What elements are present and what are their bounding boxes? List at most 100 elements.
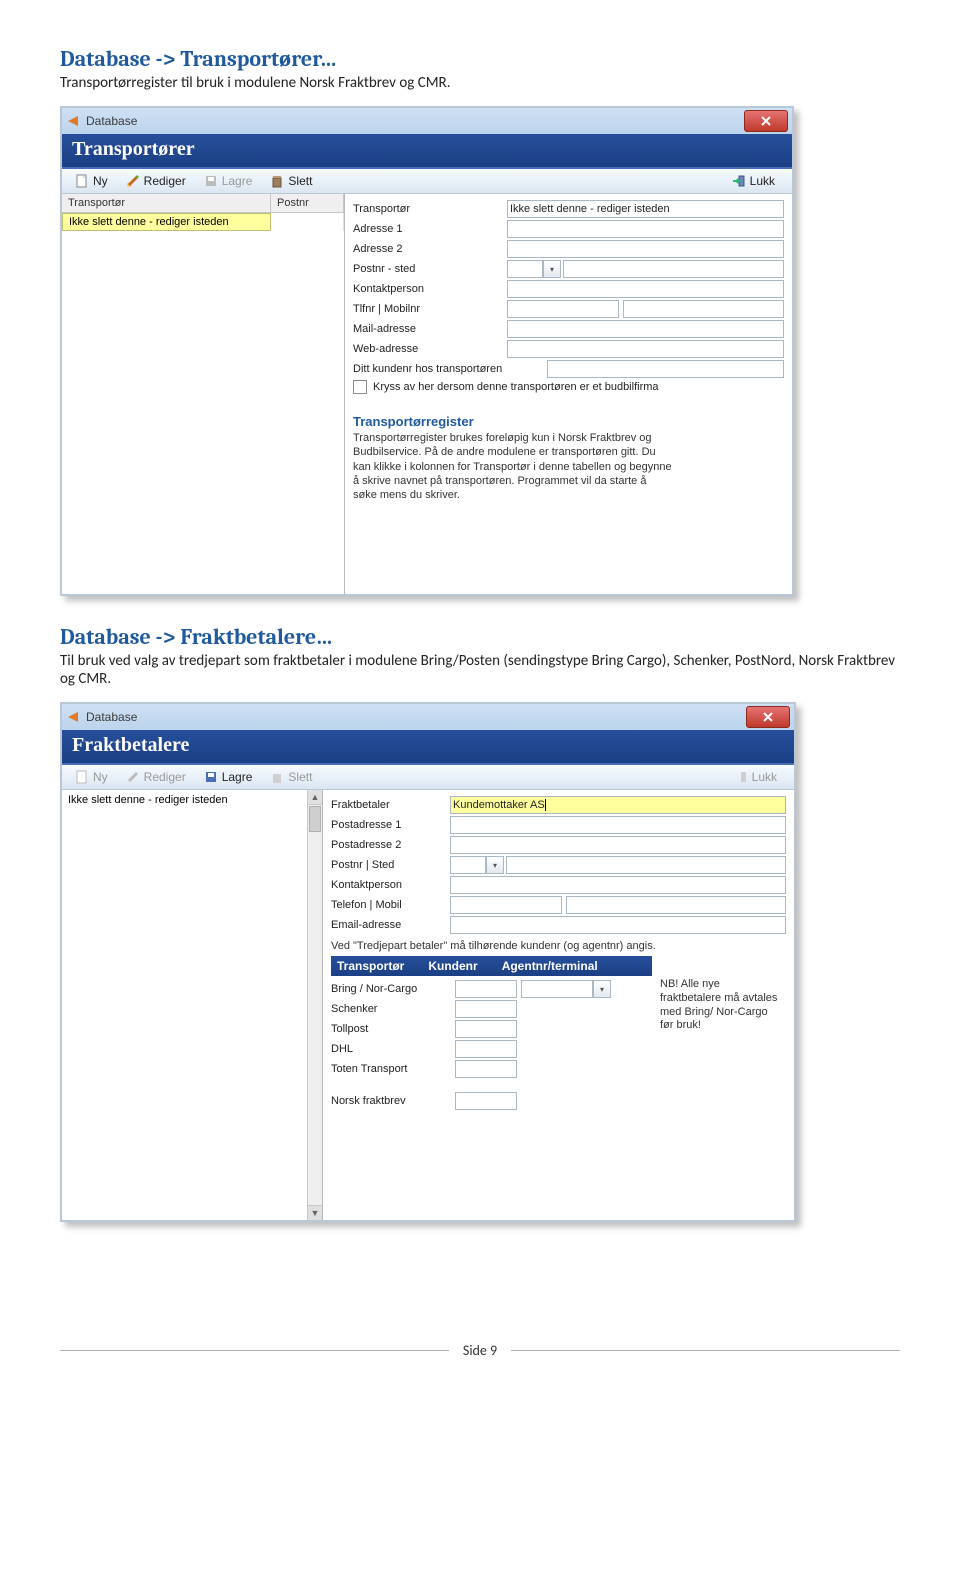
label-telefon: Telefon | Mobil: [331, 899, 450, 911]
info-heading: Transportørregister: [353, 414, 784, 429]
close-toolbar-button[interactable]: Lukk: [725, 171, 782, 191]
carrier-name: Tollpost: [331, 1023, 455, 1035]
edit-button[interactable]: Rediger: [119, 171, 193, 191]
carrier-name: Schenker: [331, 1003, 455, 1015]
input-postnr[interactable]: [450, 856, 486, 874]
info-text: Transportørregister brukes foreløpig kun…: [353, 431, 673, 502]
page-footer: Side 9: [60, 1342, 900, 1359]
label-fraktbetaler: Fraktbetaler: [331, 799, 450, 811]
label-transportor: Transportør: [353, 203, 507, 215]
input-adresse1[interactable]: [507, 220, 784, 238]
carrier-name: DHL: [331, 1043, 455, 1055]
input-kundenr[interactable]: [455, 1020, 517, 1038]
input-transportor[interactable]: Ikke slett denne - rediger isteden: [507, 200, 784, 218]
input-telefon[interactable]: [450, 896, 562, 914]
nb-warning: NB! Alle nye fraktbetalere må avtales me…: [660, 978, 782, 1033]
input-fraktbetaler[interactable]: Kundemottaker AS: [450, 796, 786, 814]
postnr-dropdown[interactable]: ▾: [486, 856, 504, 874]
delete-button[interactable]: Slett: [263, 171, 319, 191]
toolbar: Ny Rediger Lagre Slett Lukk: [62, 765, 794, 790]
label-kontakt: Kontaktperson: [353, 283, 507, 295]
save-button[interactable]: Lagre: [197, 171, 260, 191]
page-number: Side 9: [449, 1342, 511, 1359]
carrier-name: Toten Transport: [331, 1063, 455, 1075]
close-toolbar-button[interactable]: Lukk: [727, 767, 784, 787]
input-sted[interactable]: [563, 260, 784, 278]
label-mail: Mail-adresse: [353, 323, 507, 335]
list-panel: Ikke slett denne - rediger isteden ▲ ▼: [62, 790, 323, 1220]
carrier-list: Bring / Nor-Cargo ▾ Schenker Tollpost DHL…: [331, 980, 652, 1110]
new-button[interactable]: Ny: [68, 171, 115, 191]
col-postnr[interactable]: Postnr: [271, 194, 344, 212]
input-postnr[interactable]: [507, 260, 543, 278]
carrier-header: Transportør Kundenr Agentnr/terminal: [331, 956, 652, 976]
label-post1: Postadresse 1: [331, 819, 450, 831]
edit-button[interactable]: Rediger: [119, 767, 193, 787]
label-tlfnr: Tlfnr | Mobilnr: [353, 303, 507, 315]
carrier-name: Norsk fraktbrev: [331, 1095, 455, 1107]
titlebar[interactable]: Database: [62, 704, 794, 730]
input-tlfnr[interactable]: [507, 300, 619, 318]
input-kundenr[interactable]: [455, 1000, 517, 1018]
scrollbar[interactable]: ▲ ▼: [307, 790, 322, 1220]
input-kontakt[interactable]: [450, 876, 786, 894]
label-web: Web-adresse: [353, 343, 507, 355]
window-heading: Transportører: [62, 134, 792, 169]
label-kundenr: Ditt kundenr hos transportøren: [353, 363, 547, 375]
form-panel: TransportørIkke slett denne - rediger is…: [345, 194, 792, 594]
new-button[interactable]: Ny: [68, 767, 115, 787]
paragraph-transportorer: Transportørregister til bruk i modulene …: [60, 74, 900, 92]
postnr-dropdown[interactable]: ▾: [543, 260, 561, 278]
input-adresse2[interactable]: [507, 240, 784, 258]
input-email[interactable]: [450, 916, 786, 934]
title-text: Database: [86, 710, 137, 724]
titlebar[interactable]: Database: [62, 108, 792, 134]
save-button[interactable]: Lagre: [197, 767, 260, 787]
label-email: Email-adresse: [331, 919, 450, 931]
input-kontakt[interactable]: [507, 280, 784, 298]
grid-header: Transportør Postnr: [62, 194, 344, 213]
app-icon: [66, 115, 80, 127]
input-kundenr[interactable]: [455, 1092, 517, 1110]
checkbox-budbil[interactable]: [353, 380, 367, 394]
input-kundenr[interactable]: [547, 360, 784, 378]
input-kundenr[interactable]: [455, 1040, 517, 1058]
toolbar: Ny Rediger Lagre Slett Lukk: [62, 169, 792, 194]
input-mobilnr[interactable]: [623, 300, 784, 318]
form-panel: FraktbetalerKundemottaker AS Postadresse…: [323, 790, 794, 1220]
label-adresse1: Adresse 1: [353, 223, 507, 235]
close-button[interactable]: [746, 706, 790, 728]
input-mail[interactable]: [507, 320, 784, 338]
label-post2: Postadresse 2: [331, 839, 450, 851]
input-kundenr[interactable]: [455, 980, 517, 998]
title-text: Database: [86, 114, 137, 128]
input-post1[interactable]: [450, 816, 786, 834]
scroll-up-icon[interactable]: ▲: [308, 790, 322, 805]
label-kontakt: Kontaktperson: [331, 879, 450, 891]
scroll-thumb[interactable]: [309, 806, 321, 832]
agentnr-dropdown[interactable]: ▾: [593, 980, 611, 998]
scroll-down-icon[interactable]: ▼: [308, 1205, 322, 1220]
label-postnr: Postnr | Sted: [331, 859, 450, 871]
grid-panel: Transportør Postnr Ikke slett denne - re…: [62, 194, 345, 594]
input-web[interactable]: [507, 340, 784, 358]
input-sted[interactable]: [506, 856, 786, 874]
window-transportorer: Database Transportører Ny Rediger Lagre …: [60, 106, 794, 596]
label-budbil: Kryss av her dersom denne transportøren …: [373, 381, 659, 393]
heading-fraktbetalere: Database -> Fraktbetalere…: [60, 624, 900, 650]
input-kundenr[interactable]: [455, 1060, 517, 1078]
heading-transportorer: Database -> Transportører…: [60, 46, 900, 72]
input-mobil[interactable]: [566, 896, 786, 914]
list-item[interactable]: Ikke slett denne - rediger isteden: [62, 790, 307, 810]
close-button[interactable]: [744, 110, 788, 132]
input-post2[interactable]: [450, 836, 786, 854]
app-icon: [66, 711, 80, 723]
grid-row[interactable]: Ikke slett denne - rediger isteden: [62, 213, 344, 231]
label-adresse2: Adresse 2: [353, 243, 507, 255]
carrier-name: Bring / Nor-Cargo: [331, 983, 455, 995]
delete-button[interactable]: Slett: [263, 767, 319, 787]
col-transportor[interactable]: Transportør: [62, 194, 271, 212]
paragraph-fraktbetalere: Til bruk ved valg av tredjepart som frak…: [60, 652, 900, 688]
window-heading: Fraktbetalere: [62, 730, 794, 765]
input-agentnr[interactable]: [521, 980, 593, 998]
